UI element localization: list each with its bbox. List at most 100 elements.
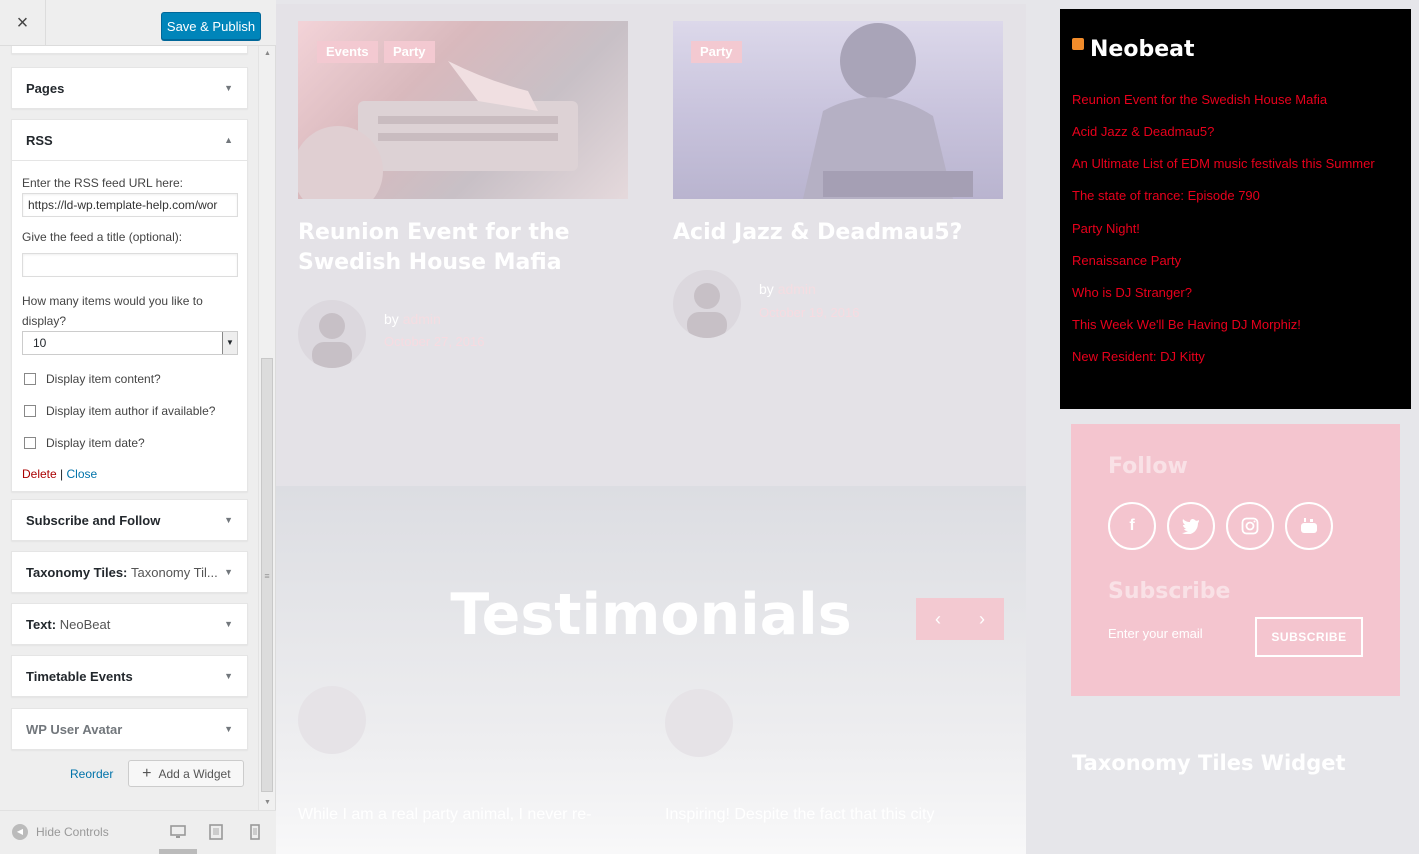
widget-rss[interactable]: RSS ▲ Enter the RSS feed URL here: https:… xyxy=(11,119,248,492)
widget-subtitle: NeoBeat xyxy=(59,616,111,632)
widget-subscribe-follow[interactable]: Subscribe and Follow ▼ xyxy=(11,499,248,541)
rss-link[interactable]: Party Night! xyxy=(1072,221,1140,236)
expand-arrow-icon[interactable]: ▼ xyxy=(224,83,233,93)
select-value: 10 xyxy=(33,336,47,350)
widget-timetable-events[interactable]: Timetable Events ▼ xyxy=(11,655,248,697)
author-link[interactable]: admin xyxy=(403,311,441,327)
expand-arrow-icon[interactable]: ▼ xyxy=(224,567,233,577)
rss-link[interactable]: Reunion Event for the Swedish House Mafi… xyxy=(1072,92,1327,107)
customizer-sidebar: × Save & Publish Pages ▼ RSS ▲ Enter the R… xyxy=(0,0,276,854)
hide-controls-button[interactable]: ◀ Hide Controls xyxy=(12,824,109,840)
post-tag[interactable]: Party xyxy=(691,41,742,63)
desktop-preview-icon[interactable] xyxy=(170,824,186,840)
widget-text[interactable]: Text: NeoBeat ▼ xyxy=(11,603,248,645)
email-input[interactable]: Enter your email xyxy=(1108,626,1203,641)
post-byline: by admin xyxy=(759,281,816,297)
author-link[interactable]: admin xyxy=(778,281,816,297)
rss-link[interactable]: This Week We'll Be Having DJ Morphiz! xyxy=(1072,317,1301,332)
widgets-panel: Pages ▼ RSS ▲ Enter the RSS feed URL here:… xyxy=(0,46,276,810)
checkbox-label: Display item date? xyxy=(46,436,145,450)
testimonial-quote: While I am a real party animal, I never … xyxy=(298,806,592,823)
scroll-down-icon[interactable]: ▼ xyxy=(259,795,276,810)
rss-widget-title[interactable]: Neobeat xyxy=(1090,37,1194,62)
follow-title: Follow xyxy=(1108,454,1188,479)
rss-url-input[interactable]: https://ld-wp.template-help.com/wor xyxy=(22,193,238,217)
widget-title: RSS xyxy=(26,132,53,148)
widget-taxonomy-tiles[interactable]: Taxonomy Tiles: Taxonomy Til... ▼ xyxy=(11,551,248,593)
site-preview: Events Party Reunion Event for the Swedi… xyxy=(276,0,1419,854)
grip-icon: ≡ xyxy=(264,571,270,581)
post-image[interactable]: Party xyxy=(673,21,1003,199)
rss-link[interactable]: New Resident: DJ Kitty xyxy=(1072,349,1205,364)
facebook-icon[interactable]: f xyxy=(1108,502,1156,550)
rss-icon[interactable] xyxy=(1072,38,1084,50)
display-date-checkbox[interactable] xyxy=(24,437,36,449)
posts-section: Events Party Reunion Event for the Swedi… xyxy=(276,4,1026,486)
expand-arrow-icon[interactable]: ▼ xyxy=(224,619,233,629)
separator: | xyxy=(60,467,64,481)
widget-pages[interactable]: Pages ▼ xyxy=(11,67,248,109)
rss-link[interactable]: Renaissance Party xyxy=(1072,253,1181,268)
subscribe-title: Subscribe xyxy=(1108,579,1231,604)
close-link[interactable]: Close xyxy=(67,467,98,481)
widget-wp-user-avatar[interactable]: WP User Avatar ▼ xyxy=(11,708,248,750)
display-content-checkbox-row[interactable]: Display item content? xyxy=(22,363,237,395)
add-widget-button[interactable]: + Add a Widget xyxy=(128,760,245,787)
post-tag[interactable]: Party xyxy=(384,41,435,63)
chevron-down-icon[interactable]: ▼ xyxy=(222,332,237,354)
rss-link[interactable]: An Ultimate List of EDM music festivals … xyxy=(1072,156,1375,171)
taxonomy-widget-title: Taxonomy Tiles Widget xyxy=(1072,751,1346,775)
subscribe-button[interactable]: SUBSCRIBE xyxy=(1255,617,1363,657)
display-author-checkbox[interactable] xyxy=(24,405,36,417)
widget-collapsed-partial xyxy=(11,46,248,54)
carousel-prev-button[interactable]: ‹ xyxy=(916,598,960,640)
rss-link[interactable]: Who is DJ Stranger? xyxy=(1072,285,1192,300)
widget-title: Pages xyxy=(26,80,65,96)
rss-form: Enter the RSS feed URL here: https://ld-… xyxy=(12,160,247,491)
tablet-preview-icon[interactable] xyxy=(208,824,224,840)
twitter-icon[interactable] xyxy=(1167,502,1215,550)
expand-arrow-icon[interactable]: ▼ xyxy=(224,515,233,525)
widget-title: WP User Avatar xyxy=(26,721,123,737)
youtube-icon[interactable] xyxy=(1285,502,1333,550)
author-avatar xyxy=(673,270,741,338)
scroll-up-icon[interactable]: ▲ xyxy=(259,46,276,61)
widget-title: Subscribe and Follow xyxy=(26,512,161,528)
author-avatar xyxy=(298,300,366,368)
rss-title-input[interactable] xyxy=(22,253,238,277)
testimonial-avatar xyxy=(298,686,366,754)
scrollbar-thumb[interactable]: ≡ xyxy=(261,358,273,792)
display-date-checkbox-row[interactable]: Display item date? xyxy=(22,427,237,459)
instagram-icon[interactable] xyxy=(1226,502,1274,550)
post-title[interactable]: Reunion Event for the Swedish House Mafi… xyxy=(298,218,598,278)
post-byline: by admin xyxy=(384,311,441,327)
post-title[interactable]: Acid Jazz & Deadmau5? xyxy=(673,218,1003,248)
expand-arrow-icon[interactable]: ▼ xyxy=(224,724,233,734)
rss-items-select[interactable]: 10 ▼ xyxy=(22,331,238,355)
collapse-arrow-icon[interactable]: ▲ xyxy=(224,135,233,145)
collapse-arrow-icon: ◀ xyxy=(12,824,28,840)
rss-link[interactable]: The state of trance: Episode 790 xyxy=(1072,188,1260,203)
widget-title: Taxonomy Tiles: xyxy=(26,564,128,580)
checkbox-label: Display item author if available? xyxy=(46,404,216,418)
post-tag[interactable]: Events xyxy=(317,41,378,63)
post-image[interactable]: Events Party xyxy=(298,21,628,199)
testimonials-title: Testimonials xyxy=(450,582,852,648)
carousel-next-button[interactable]: › xyxy=(960,598,1004,640)
save-publish-button[interactable]: Save & Publish xyxy=(161,12,261,40)
display-author-checkbox-row[interactable]: Display item author if available? xyxy=(22,395,237,427)
close-customizer-button[interactable]: × xyxy=(0,0,46,46)
follow-subscribe-widget: Follow f Subscribe Enter your email SUBS… xyxy=(1071,424,1400,696)
post-date[interactable]: October 27, 2016 xyxy=(384,334,484,349)
reorder-link[interactable]: Reorder xyxy=(70,767,113,781)
hide-controls-label: Hide Controls xyxy=(36,825,109,839)
expand-arrow-icon[interactable]: ▼ xyxy=(224,671,233,681)
rss-link[interactable]: Acid Jazz & Deadmau5? xyxy=(1072,124,1214,139)
sidebar-scrollbar[interactable]: ▲ ≡ ▼ xyxy=(258,46,275,810)
display-content-checkbox[interactable] xyxy=(24,373,36,385)
delete-link[interactable]: Delete xyxy=(22,467,57,481)
mobile-preview-icon[interactable] xyxy=(247,824,263,840)
checkbox-label: Display item content? xyxy=(46,372,161,386)
add-widget-label: Add a Widget xyxy=(158,766,231,781)
post-date[interactable]: October 19, 2016 xyxy=(759,305,859,320)
